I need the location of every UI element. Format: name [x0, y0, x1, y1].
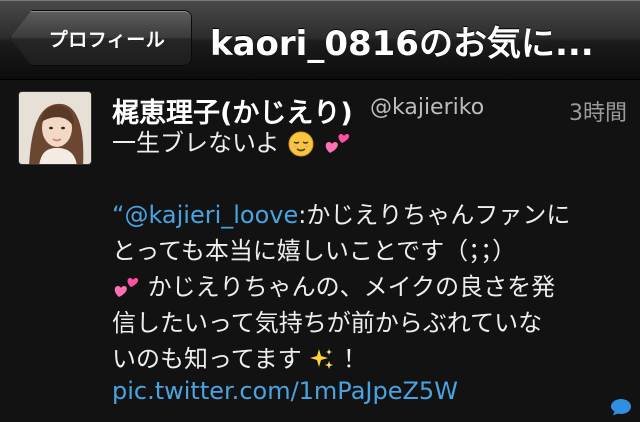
text-line: とっても本当に嬉しいことです（；；） — [112, 237, 517, 265]
text-line: “@kajieri_loove:かじえりちゃんファンに — [112, 197, 627, 233]
quote-mark: “ — [112, 201, 125, 229]
page-title: kaori_0816のお気に... — [210, 23, 594, 64]
media-link[interactable]: pic.twitter.com/1mPaJpeZ5W — [112, 377, 458, 405]
text-segment: いのも知ってます — [112, 345, 302, 373]
navigation-bar: プロフィール kaori_0816のお気に... — [0, 0, 640, 80]
text-line: いのも知ってます ！ — [112, 341, 627, 377]
tweet-text: 一生ブレないよ “@kajieri_loove:かじえりちゃんファンに とっても… — [112, 125, 627, 377]
text-segment: ！ — [342, 345, 367, 373]
tweet-detail: 梶恵理子(かじえり) @kajieriko 3時間 一生ブレないよ “@kaji… — [0, 81, 640, 422]
screen-name[interactable]: @kajieriko — [370, 95, 484, 120]
avatar[interactable] — [18, 91, 92, 165]
mention-link[interactable]: @kajieri_loove — [124, 201, 298, 229]
sparkles-icon — [310, 349, 334, 369]
text-line: かじえりちゃんの、メイクの良さを発 — [112, 269, 627, 305]
text-segment: :かじえりちゃんファンに — [298, 201, 571, 229]
two-hearts-icon — [114, 278, 139, 297]
text-line: 信したいって気持ちが前からぶれていな — [112, 309, 543, 337]
relieved-face-icon — [288, 131, 314, 157]
text-spacer — [112, 161, 627, 197]
avatar-photo-icon — [19, 92, 91, 164]
timestamp: 3時間 — [569, 101, 627, 126]
text-segment: 一生ブレないよ — [112, 129, 280, 157]
two-hearts-icon — [325, 134, 349, 153]
text-line: 一生ブレないよ — [112, 125, 627, 161]
back-button[interactable]: プロフィール — [10, 10, 192, 66]
text-segment: かじえりちゃんの、メイクの良さを発 — [147, 273, 556, 301]
speech-bubble-icon[interactable] — [610, 398, 632, 416]
